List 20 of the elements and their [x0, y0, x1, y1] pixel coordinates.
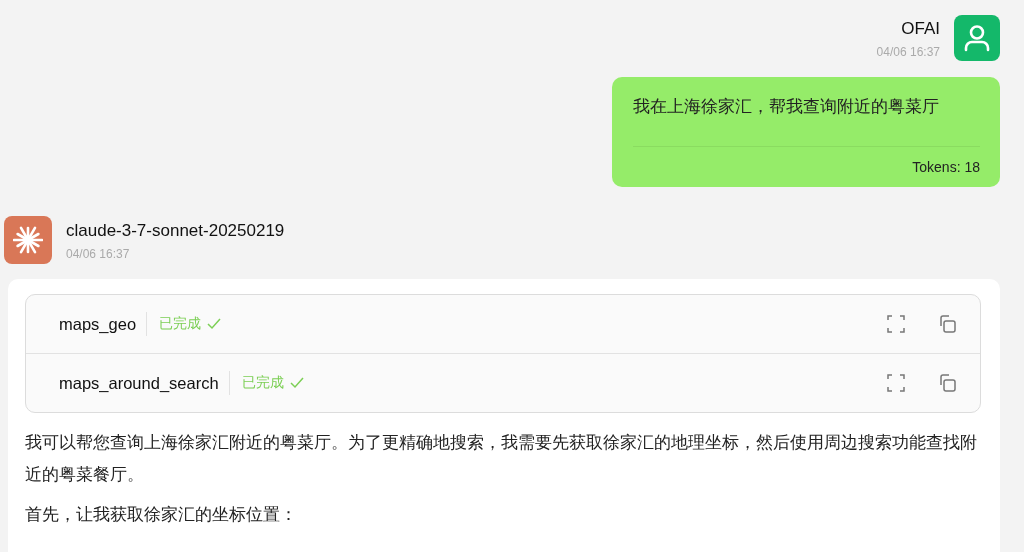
token-count: Tokens: 18	[911, 159, 980, 175]
tool-status: 已完成	[159, 315, 202, 333]
response-paragraph: 首先，让我获取徐家汇的坐标位置：	[25, 504, 298, 526]
tool-name: maps_geo	[59, 312, 148, 336]
expand-icon[interactable]	[887, 374, 905, 392]
copy-icon[interactable]	[938, 374, 956, 392]
user-name: OFAI	[901, 19, 940, 39]
user-avatar-icon	[954, 15, 1000, 61]
timestamp: 04/06 16:37	[876, 45, 940, 59]
response-paragraph: 我可以帮您查询上海徐家汇附近的粤菜厅。为了更精确地搜索，我需要先获取徐家汇的地理坐标，然后使用周边搜索功能查找附近的粤菜餐厅。	[25, 432, 978, 486]
model-name: claude-3-7-sonnet-20250219	[66, 221, 285, 241]
expand-icon[interactable]	[887, 315, 905, 333]
tool-name: maps_around_search	[59, 371, 230, 395]
check-icon	[207, 318, 222, 330]
sparkle-logo-icon	[4, 216, 52, 264]
copy-icon[interactable]	[938, 315, 956, 333]
timestamp: 04/06 16:37	[66, 247, 131, 261]
message-text: 我在上海徐家汇，帮我查询附近的粤菜厅	[633, 95, 940, 118]
check-icon	[289, 377, 304, 389]
tool-status: 已完成	[241, 374, 284, 392]
